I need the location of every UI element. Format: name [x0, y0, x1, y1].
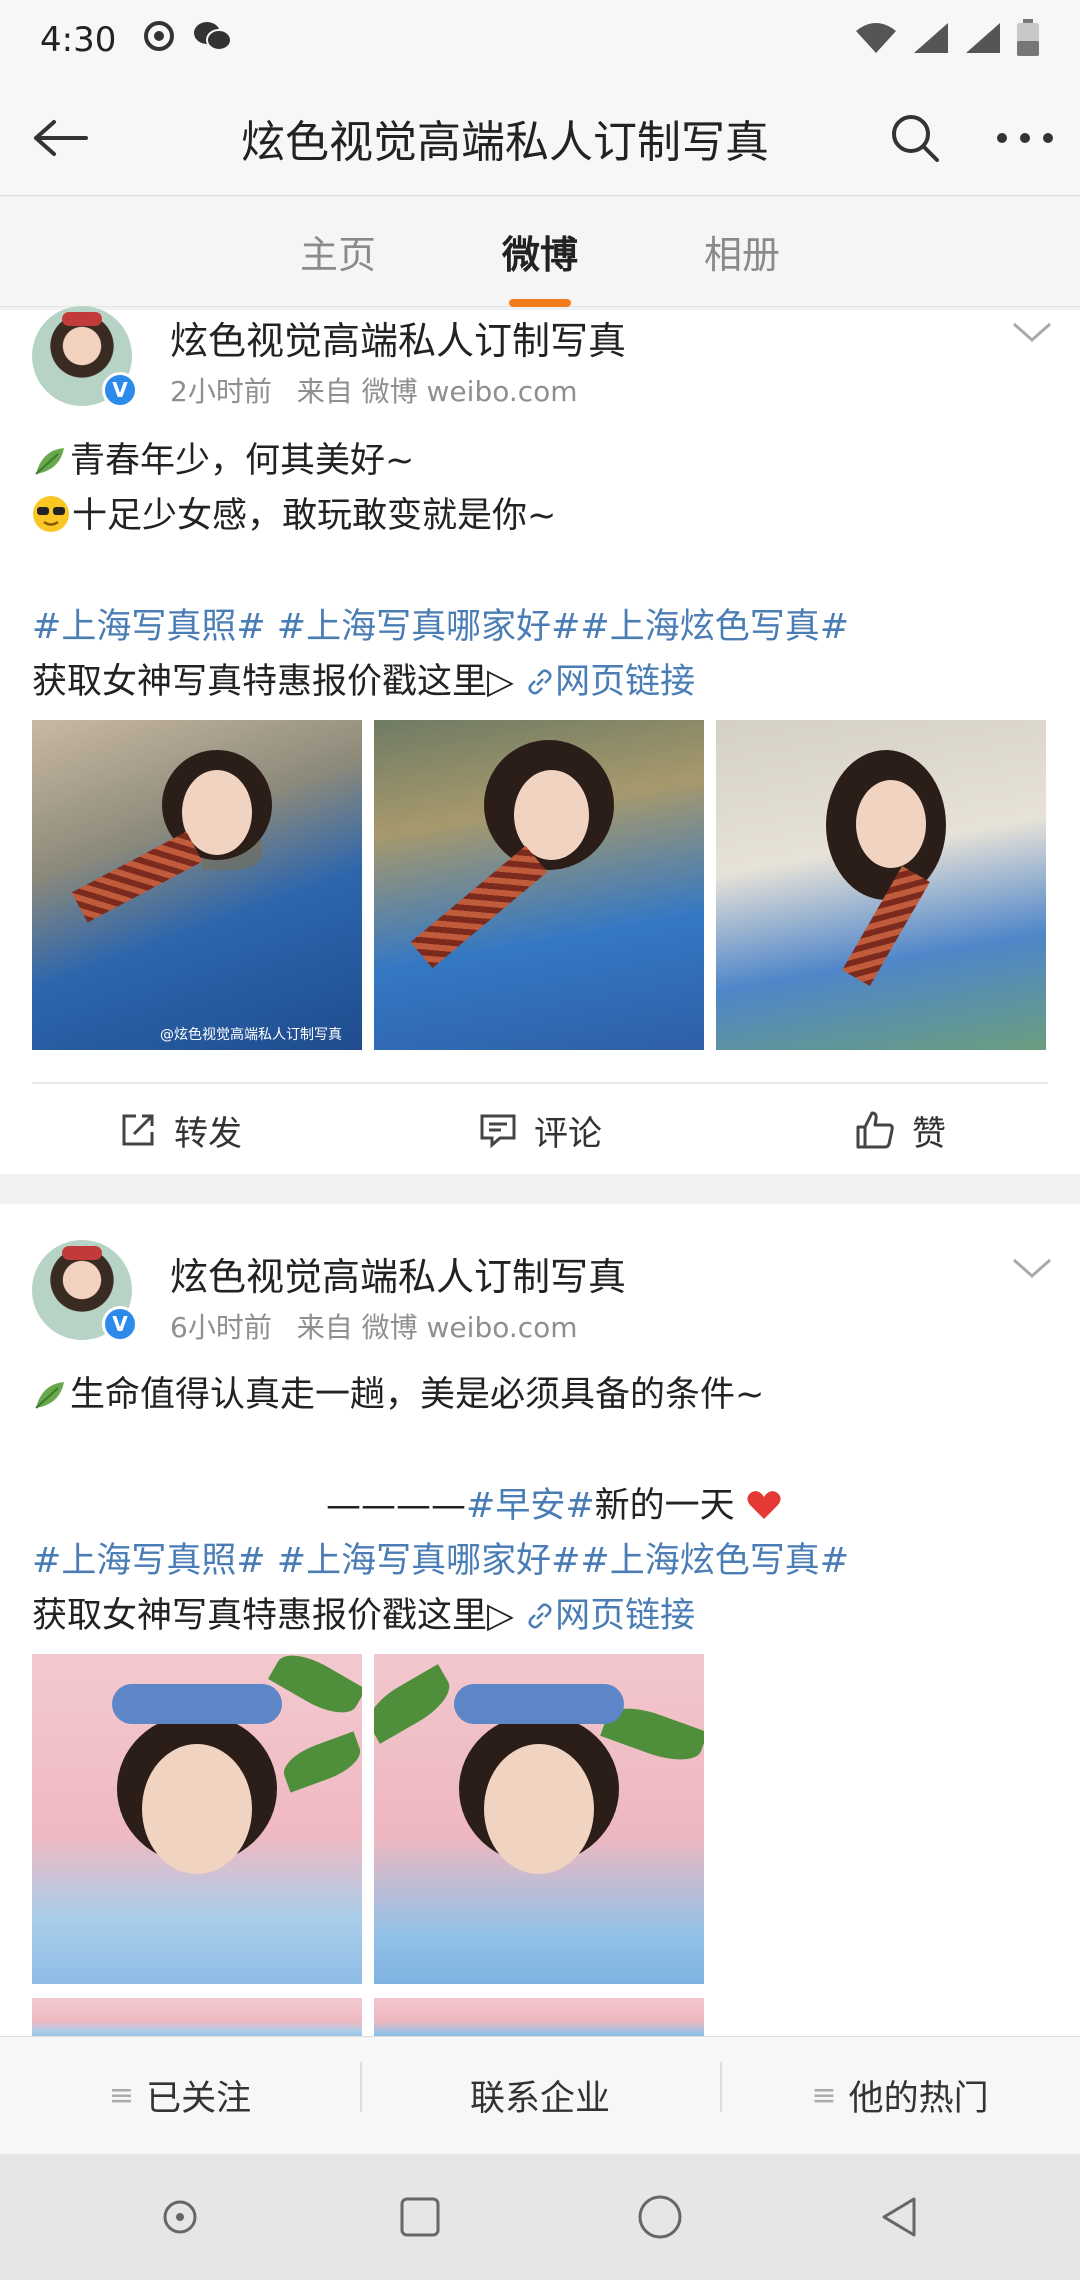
circle-icon: [638, 2195, 682, 2239]
topic-link[interactable]: #早安#: [466, 1486, 595, 1526]
back-button[interactable]: [0, 80, 120, 196]
recents-button[interactable]: [375, 2172, 465, 2262]
post-image[interactable]: @炫色视觉高端私人订制写真: [32, 720, 362, 1050]
post-text-line: ————#早安#新的一天: [326, 1479, 782, 1534]
sunglasses-emoji-icon: [33, 496, 69, 532]
post-meta: 6小时前 来自 微博 weibo.com: [170, 1306, 578, 1346]
post-image[interactable]: [32, 1998, 362, 2040]
post-cta: 获取女神写真特惠报价戳这里▷ 网页链接: [32, 1596, 696, 1636]
arrow-left-icon: [34, 119, 88, 156]
post-cta: 获取女神写真特惠报价戳这里▷ 网页链接: [32, 662, 696, 702]
web-link[interactable]: 网页链接: [525, 662, 695, 702]
comment-button[interactable]: 评论: [360, 1084, 720, 1176]
search-button[interactable]: [860, 80, 970, 196]
link-icon: [528, 669, 552, 695]
post-author[interactable]: 炫色视觉高端私人订制写真: [170, 1246, 626, 1301]
post-text-line: 十足少女感，敢玩敢变就是你~: [32, 489, 556, 544]
post-image[interactable]: [374, 1998, 704, 2040]
menu-lines-icon: ≡: [108, 2078, 135, 2113]
page-title: 炫色视觉高端私人订制写真: [241, 116, 769, 168]
web-link[interactable]: 网页链接: [525, 1596, 695, 1636]
hot-posts-button[interactable]: ≡ 他的热门: [720, 2062, 1080, 2121]
heart-emoji-icon: [747, 1491, 781, 1519]
signal-icon-2: [964, 21, 1002, 59]
triangle-back-icon: [882, 2197, 916, 2237]
link-icon: [528, 1603, 552, 1629]
status-bar: 4:30: [0, 0, 1080, 80]
thumbs-up-icon: [856, 1111, 894, 1149]
target-icon: [163, 2200, 197, 2234]
repost-icon: [122, 1114, 154, 1146]
post-source: 来自 微博 weibo.com: [296, 1311, 578, 1344]
profile-tabs: 主页 微博 相册: [0, 197, 1080, 307]
post-text-line: 青春年少，何其美好~: [32, 434, 414, 489]
square-icon: [400, 2197, 440, 2237]
avatar[interactable]: V: [32, 306, 138, 408]
post-topics[interactable]: #上海写真照# #上海写真哪家好##上海炫色写真#: [32, 600, 849, 655]
tab-album[interactable]: 相册: [696, 214, 788, 289]
chevron-down-icon[interactable]: [1010, 1254, 1054, 1284]
menu-lines-icon: ≡: [811, 2078, 837, 2113]
chevron-down-icon[interactable]: [1010, 318, 1054, 348]
wechat-notification-icon: [192, 19, 233, 61]
battery-icon: [1016, 19, 1040, 61]
following-button[interactable]: ≡ 已关注: [0, 2070, 360, 2121]
weibo-notification-icon: [142, 19, 176, 61]
post-time: 6小时前: [170, 1311, 272, 1344]
tab-weibo[interactable]: 微博: [494, 214, 586, 307]
image-watermark: @炫色视觉高端私人订制写真: [160, 1027, 342, 1043]
post-author[interactable]: 炫色视觉高端私人订制写真: [170, 310, 626, 365]
app-bar: 炫色视觉高端私人订制写真: [0, 80, 1080, 196]
like-button[interactable]: 赞: [720, 1084, 1080, 1176]
tab-home[interactable]: 主页: [292, 214, 384, 289]
post-text-line: 生命值得认真走一趟，美是必须具备的条件~: [32, 1368, 764, 1423]
status-time: 4:30: [40, 20, 117, 60]
post-source: 来自 微博 weibo.com: [296, 375, 578, 408]
home-button[interactable]: [615, 2172, 705, 2262]
signal-icon: [912, 21, 950, 59]
system-nav-bar: [0, 2154, 1080, 2280]
post-image[interactable]: [32, 1654, 362, 1984]
post-image[interactable]: [374, 1654, 704, 1984]
repost-button[interactable]: 转发: [0, 1084, 360, 1176]
post-meta: 2小时前 来自 微博 weibo.com: [170, 370, 578, 410]
leaf-emoji-icon: [35, 1382, 64, 1409]
avatar[interactable]: V: [32, 1240, 138, 1342]
bottom-action-bar: ≡ 已关注 联系企业 ≡ 他的热门: [0, 2036, 1080, 2154]
post-actions: 转发 评论 赞: [0, 1084, 1080, 1176]
verified-badge-icon: V: [102, 1306, 138, 1342]
contact-company-button[interactable]: 联系企业: [360, 2062, 720, 2121]
more-button[interactable]: [970, 80, 1080, 196]
more-dots-icon: [997, 132, 1053, 143]
post-card[interactable]: V 炫色视觉高端私人订制写真 6小时前 来自 微博 weibo.com 生命值得…: [0, 1204, 1080, 2040]
verified-badge-icon: V: [102, 372, 138, 408]
post-card[interactable]: V 炫色视觉高端私人订制写真 2小时前 来自 微博 weibo.com 青春年少…: [0, 306, 1080, 1176]
post-image[interactable]: [374, 720, 704, 1050]
post-topics[interactable]: #上海写真照# #上海写真哪家好##上海炫色写真#: [32, 1534, 849, 1589]
post-image[interactable]: [716, 720, 1046, 1050]
wifi-icon: [854, 21, 898, 59]
comment-icon: [480, 1114, 516, 1149]
leaf-emoji-icon: [35, 448, 64, 475]
assistant-button[interactable]: [135, 2172, 225, 2262]
search-icon: [892, 114, 939, 162]
post-time: 2小时前: [170, 375, 272, 408]
back-nav-button[interactable]: [855, 2172, 945, 2262]
